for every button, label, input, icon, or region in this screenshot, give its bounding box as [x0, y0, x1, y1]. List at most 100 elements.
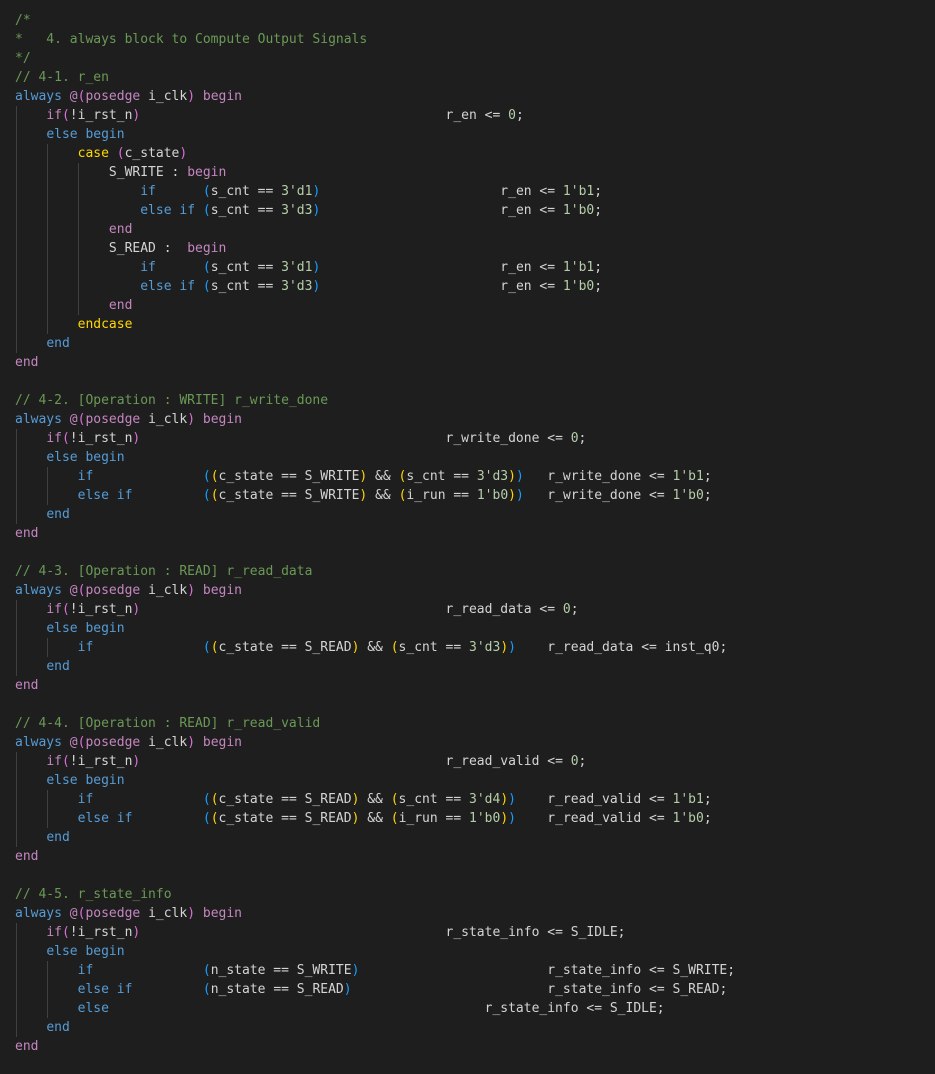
code-line[interactable]: else begin	[15, 448, 735, 467]
code-line[interactable]	[15, 372, 735, 391]
code-line[interactable]: if ((c_state == S_READ) && (s_cnt == 3'd…	[15, 790, 735, 809]
code-line[interactable]: // 4-2. [Operation : WRITE] r_write_done	[15, 391, 735, 410]
code-token: if	[46, 431, 62, 446]
code-line[interactable]: if ((c_state == S_WRITE) && (s_cnt == 3'…	[15, 467, 735, 486]
code-line[interactable]: end	[15, 828, 735, 847]
code-token: 3'd3	[281, 203, 313, 218]
code-line[interactable]: always @(posedge i_clk) begin	[15, 733, 735, 752]
code-line[interactable]: end	[15, 1037, 735, 1056]
code-token: (	[61, 108, 70, 123]
code-token: 0	[508, 108, 516, 123]
code-line[interactable]: end	[15, 505, 735, 524]
code-line[interactable]: else begin	[15, 942, 735, 961]
code-line[interactable]: end	[15, 524, 735, 543]
code-line[interactable]: else r_state_info <= S_IDLE;	[15, 999, 735, 1018]
code-line[interactable]: else begin	[15, 619, 735, 638]
code-line[interactable]: S_WRITE : begin	[15, 163, 735, 182]
code-token: else begin	[46, 621, 125, 636]
code-line[interactable]: end	[15, 334, 735, 353]
code-token: ;	[594, 279, 603, 294]
code-token: &&	[359, 792, 391, 807]
code-line[interactable]: /*	[15, 11, 735, 30]
code-line[interactable]: if (n_state == S_WRITE) r_state_info <= …	[15, 961, 735, 980]
code-line[interactable]: else if (n_state == S_READ) r_state_info…	[15, 980, 735, 999]
code-token: (	[61, 925, 70, 940]
code-token: (	[210, 792, 219, 807]
code-line[interactable]: if ((c_state == S_READ) && (s_cnt == 3'd…	[15, 638, 735, 657]
code-line[interactable]: // 4-5. r_state_info	[15, 885, 735, 904]
code-line[interactable]: else begin	[15, 771, 735, 790]
code-line[interactable]: always @(posedge i_clk) begin	[15, 87, 735, 106]
code-token: (	[202, 792, 211, 807]
code-line[interactable]: if(!i_rst_n) r_state_info <= S_IDLE;	[15, 923, 735, 942]
code-line[interactable]: end	[15, 657, 735, 676]
code-token: (	[202, 260, 211, 275]
code-token: i_run ==	[398, 811, 470, 826]
code-line[interactable]: // 4-3. [Operation : READ] r_read_data	[15, 562, 735, 581]
code-token: always	[15, 906, 70, 921]
code-token: s_cnt ==	[398, 792, 469, 807]
code-token: ;	[703, 792, 712, 807]
code-token: )	[187, 735, 196, 750]
code-token: r_write_done <=	[523, 469, 673, 484]
code-line[interactable]: * 4. always block to Compute Output Sign…	[15, 30, 735, 49]
code-token: if	[46, 925, 62, 940]
code-line[interactable]: if (s_cnt == 3'd1) r_en <= 1'b1;	[15, 258, 735, 277]
code-token: )	[508, 488, 516, 503]
code-token: 1'b0	[469, 811, 501, 826]
code-line[interactable]: always @(posedge i_clk) begin	[15, 410, 735, 429]
code-line[interactable]	[15, 543, 735, 562]
code-line[interactable]: else if (s_cnt == 3'd3) r_en <= 1'b0;	[15, 277, 735, 296]
code-token: &&	[359, 640, 391, 655]
code-line[interactable]: if(!i_rst_n) r_en <= 0;	[15, 106, 735, 125]
code-line[interactable]: end	[15, 847, 735, 866]
code-line[interactable]: if(!i_rst_n) r_read_data <= 0;	[15, 600, 735, 619]
code-line[interactable]: end	[15, 1018, 735, 1037]
code-token: &&	[367, 469, 399, 484]
code-token: r_read_data <=	[140, 602, 563, 617]
code-token: endcase	[77, 317, 133, 332]
code-token: @	[69, 906, 78, 921]
code-line[interactable]: always @(posedge i_clk) begin	[15, 904, 735, 923]
code-line[interactable]: endcase	[15, 315, 735, 334]
code-token: 3'd3	[469, 640, 501, 655]
code-line[interactable]	[15, 695, 735, 714]
code-token: i_clk	[140, 735, 188, 750]
code-line[interactable]: end	[15, 353, 735, 372]
code-line[interactable]: // 4-1. r_en	[15, 68, 735, 87]
code-line[interactable]: always @(posedge i_clk) begin	[15, 581, 735, 600]
code-line[interactable]: if(!i_rst_n) r_read_valid <= 0;	[15, 752, 735, 771]
code-line[interactable]: case (c_state)	[15, 144, 735, 163]
code-token: )	[500, 640, 509, 655]
code-line[interactable]: if (s_cnt == 3'd1) r_en <= 1'b1;	[15, 182, 735, 201]
code-line[interactable]: else if ((c_state == S_READ) && (i_run =…	[15, 809, 735, 828]
code-line[interactable]: else if (s_cnt == 3'd3) r_en <= 1'b0;	[15, 201, 735, 220]
code-line[interactable]: else if ((c_state == S_WRITE) && (i_run …	[15, 486, 735, 505]
code-area[interactable]: /* * 4. always block to Compute Output Si…	[15, 11, 735, 1056]
code-line[interactable]: end	[15, 296, 735, 315]
code-line[interactable]: end	[15, 676, 735, 695]
code-token: r_en <=	[320, 279, 563, 294]
code-token: 0	[570, 431, 579, 446]
code-token: 3'd3	[281, 279, 313, 294]
code-editor[interactable]: /* * 4. always block to Compute Output Si…	[0, 0, 935, 1074]
code-token: S_READ :	[15, 241, 188, 256]
code-token: ;	[578, 754, 587, 769]
code-line[interactable]: end	[15, 220, 735, 239]
code-line[interactable]: // 4-4. [Operation : READ] r_read_valid	[15, 714, 735, 733]
code-line[interactable]: */	[15, 49, 735, 68]
code-line[interactable]: S_READ : begin	[15, 239, 735, 258]
code-token: c_state == S_READ	[218, 640, 352, 655]
code-token: c_state	[124, 146, 180, 161]
code-line[interactable]: if(!i_rst_n) r_write_done <= 0;	[15, 429, 735, 448]
code-token: (	[202, 982, 211, 997]
code-line[interactable]: else begin	[15, 125, 735, 144]
code-line[interactable]	[15, 866, 735, 885]
